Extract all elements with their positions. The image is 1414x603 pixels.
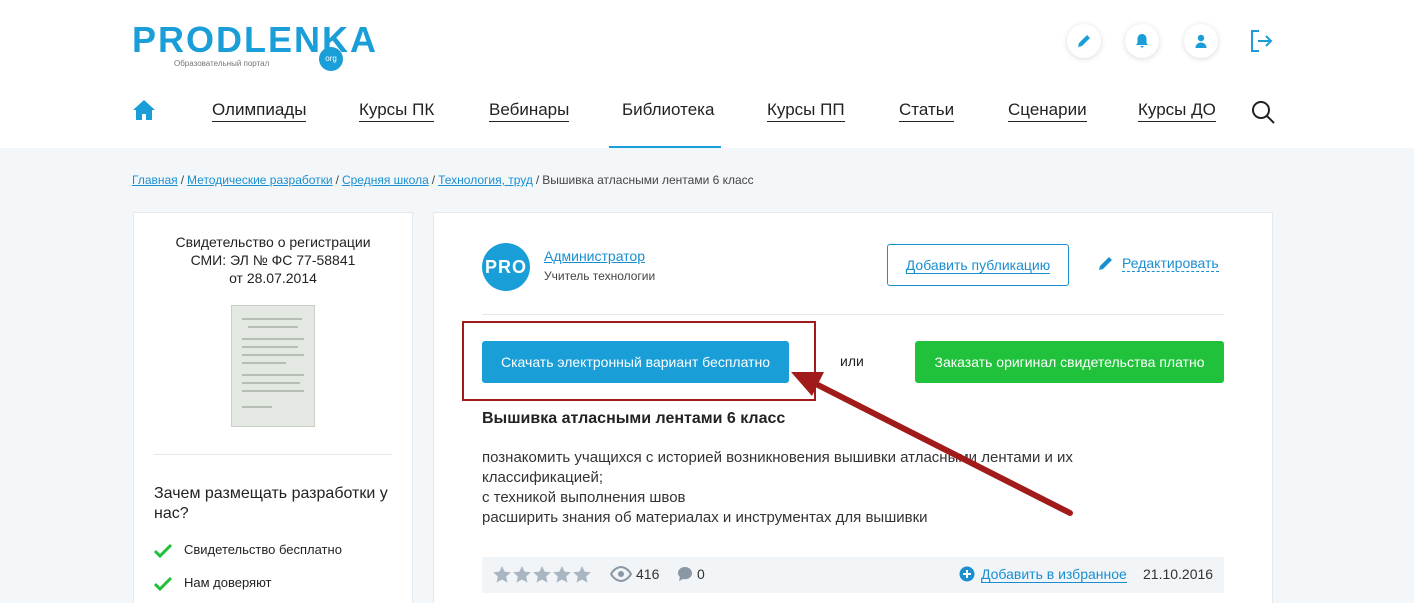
why-item: Нам доверяют xyxy=(154,575,272,591)
edit-label: Редактировать xyxy=(1122,255,1219,272)
cert-line-2: СМИ: ЭЛ № ФС 77-58841 xyxy=(190,252,356,268)
bell-icon[interactable] xyxy=(1125,24,1159,58)
star-icon[interactable] xyxy=(552,565,572,585)
why-publish-title: Зачем размещать разработки у нас? xyxy=(154,485,388,522)
pencil-icon[interactable] xyxy=(1067,24,1101,58)
breadcrumb-current: Вышивка атласными лентами 6 класс xyxy=(542,173,754,187)
add-favorite-link[interactable]: Добавить в избранное xyxy=(959,566,1127,583)
cert-line-3: от 28.07.2014 xyxy=(229,270,317,286)
site-header: PRODLENKA Образовательный портал org Оли… xyxy=(0,0,1414,148)
logout-icon[interactable] xyxy=(1248,28,1274,54)
nav-item-library[interactable]: Библиотека xyxy=(622,100,714,121)
site-logo[interactable]: PRODLENKA Образовательный портал org xyxy=(132,22,376,72)
nav-item-courses-pp[interactable]: Курсы ПП xyxy=(767,100,845,122)
breadcrumb-link-home[interactable]: Главная xyxy=(132,173,178,187)
download-free-button[interactable]: Скачать электронный вариант бесплатно xyxy=(482,341,789,383)
rating-stars[interactable] xyxy=(492,565,592,590)
nav-item-scenarios[interactable]: Сценарии xyxy=(1008,100,1087,122)
nav-item-courses-do[interactable]: Курсы ДО xyxy=(1138,100,1216,122)
search-icon[interactable] xyxy=(1250,99,1276,125)
avatar[interactable]: PRO xyxy=(482,243,530,291)
nav-item-courses-pk[interactable]: Курсы ПК xyxy=(359,100,435,122)
checkmark-icon xyxy=(154,576,172,591)
views-count: 416 xyxy=(609,565,660,583)
checkmark-icon xyxy=(154,543,172,558)
card-divider xyxy=(482,314,1224,315)
sidebar: Свидетельство о регистрации СМИ: ЭЛ № ФС… xyxy=(133,212,413,603)
logo-org-badge: org xyxy=(319,47,343,71)
star-icon[interactable] xyxy=(532,565,552,585)
nav-item-olympiads[interactable]: Олимпиады xyxy=(212,100,307,122)
description-line: с техникой выполнения швов xyxy=(482,489,686,506)
home-icon[interactable] xyxy=(132,98,156,122)
certificate-image[interactable] xyxy=(231,305,315,427)
star-icon[interactable] xyxy=(572,565,592,585)
edit-link[interactable]: Редактировать xyxy=(1098,255,1219,272)
add-publication-button[interactable]: Добавить публикацию xyxy=(887,244,1069,286)
views-value: 416 xyxy=(636,566,660,582)
why-item-label: Свидетельство бесплатно xyxy=(184,542,342,557)
publication-card: PRO Администратор Учитель технологии Доб… xyxy=(433,212,1273,603)
why-item-label: Нам доверяют xyxy=(184,575,272,590)
header-actions xyxy=(1067,24,1277,60)
user-icon[interactable] xyxy=(1184,24,1218,58)
sidebar-divider xyxy=(154,454,392,455)
cert-line-1: Свидетельство о регистрации xyxy=(175,234,371,250)
breadcrumb-link-technology[interactable]: Технология, труд xyxy=(438,173,533,187)
nav-item-articles[interactable]: Статьи xyxy=(899,100,955,122)
star-icon[interactable] xyxy=(512,565,532,585)
or-separator: или xyxy=(840,353,864,369)
comment-icon xyxy=(678,567,692,581)
publication-date: 21.10.2016 xyxy=(1143,566,1214,582)
main-nav: Олимпиады Курсы ПК Вебинары Библиотека К… xyxy=(132,96,1277,148)
breadcrumb: Главная / Методические разработки / Средняя … xyxy=(132,173,754,187)
certificate-info: Свидетельство о регистрации СМИ: ЭЛ № ФС… xyxy=(134,233,412,287)
comments-value: 0 xyxy=(697,566,705,582)
description-line: познакомить учащихся с историей возникно… xyxy=(482,449,1073,486)
meta-bar: 416 0 Добавить в избранное 21.10.2016 xyxy=(482,557,1224,593)
eye-icon xyxy=(609,565,633,583)
pencil-icon xyxy=(1099,257,1112,270)
author-role: Учитель технологии xyxy=(544,269,656,283)
plus-circle-icon xyxy=(959,566,975,582)
star-icon[interactable] xyxy=(492,565,512,585)
logo-subtitle: Образовательный портал xyxy=(174,59,270,68)
nav-active-indicator xyxy=(609,146,721,148)
add-publication-label: Добавить публикацию xyxy=(905,256,1051,274)
why-item: Свидетельство бесплатно xyxy=(154,542,342,558)
breadcrumb-link-high-school[interactable]: Средняя школа xyxy=(342,173,429,187)
author-name-link[interactable]: Администратор xyxy=(544,248,645,264)
add-favorite-label: Добавить в избранное xyxy=(981,566,1127,583)
document-description: познакомить учащихся с историей возникно… xyxy=(482,448,1182,528)
breadcrumb-link-methods[interactable]: Методические разработки xyxy=(187,173,333,187)
document-title: Вышивка атласными лентами 6 класс xyxy=(482,410,786,427)
description-line: расширить знания об материалах и инструм… xyxy=(482,509,928,526)
order-original-button[interactable]: Заказать оригинал свидетельства платно xyxy=(915,341,1224,383)
nav-item-webinars[interactable]: Вебинары xyxy=(489,100,570,122)
comments-count: 0 xyxy=(677,566,705,582)
